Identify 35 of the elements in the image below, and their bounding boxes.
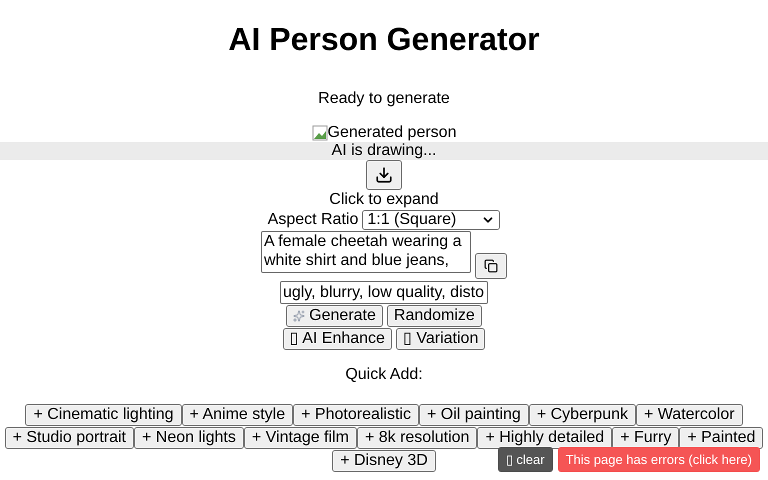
image-alt-text: Generated person: [328, 124, 456, 142]
quick-add-button[interactable]: + Cinematic lighting: [25, 404, 182, 426]
quick-add-button[interactable]: + Studio portrait: [4, 427, 134, 449]
download-icon: [375, 166, 393, 184]
status-text: Ready to generate: [318, 90, 450, 108]
quick-add-title: Quick Add:: [345, 366, 423, 384]
quick-add-button[interactable]: + Highly detailed: [477, 427, 612, 449]
quick-add-button[interactable]: + Vintage film: [244, 427, 357, 449]
quick-add-button[interactable]: + Furry: [612, 427, 680, 449]
action-button[interactable]: Generate: [286, 305, 383, 327]
expand-hint: Click to expand: [329, 191, 439, 209]
clear-button[interactable]: ▯ clear: [498, 447, 553, 472]
prompt-field[interactable]: A female cheetah wearing a white shirt and blue jeans,: [261, 231, 471, 273]
quick-add-button[interactable]: + Cyberpunk: [528, 404, 636, 426]
action-button[interactable]: ▯ Variation: [396, 328, 486, 350]
action-button[interactable]: Randomize: [386, 305, 482, 327]
negative-prompt-field[interactable]: ugly, blurry, low quality, disto: [280, 281, 488, 304]
loading-overlay: AI is drawing...: [0, 142, 768, 160]
quick-add-button[interactable]: + Oil painting: [418, 404, 529, 426]
sparkles-icon: [293, 310, 306, 322]
quick-add-button[interactable]: + 8k resolution: [356, 427, 478, 449]
copy-button[interactable]: [475, 253, 507, 279]
aspect-ratio-select[interactable]: 1:1 (Square): [362, 210, 500, 230]
broken-image-icon: [312, 125, 328, 141]
page-title: AI Person Generator: [228, 21, 540, 58]
action-button[interactable]: ▯ AI Enhance: [282, 328, 392, 350]
download-button[interactable]: [366, 160, 402, 190]
copy-icon: [484, 259, 498, 273]
quick-add-button[interactable]: + Painted: [679, 427, 764, 449]
quick-add-button[interactable]: + Anime style: [182, 404, 294, 426]
quick-add-button[interactable]: + Watercolor: [636, 404, 743, 426]
quick-add-button[interactable]: + Photorealistic: [293, 404, 419, 426]
quick-add-button[interactable]: + Disney 3D: [332, 450, 436, 472]
aspect-ratio-label: Aspect Ratio: [268, 211, 358, 229]
quick-add-button[interactable]: + Neon lights: [134, 427, 244, 449]
